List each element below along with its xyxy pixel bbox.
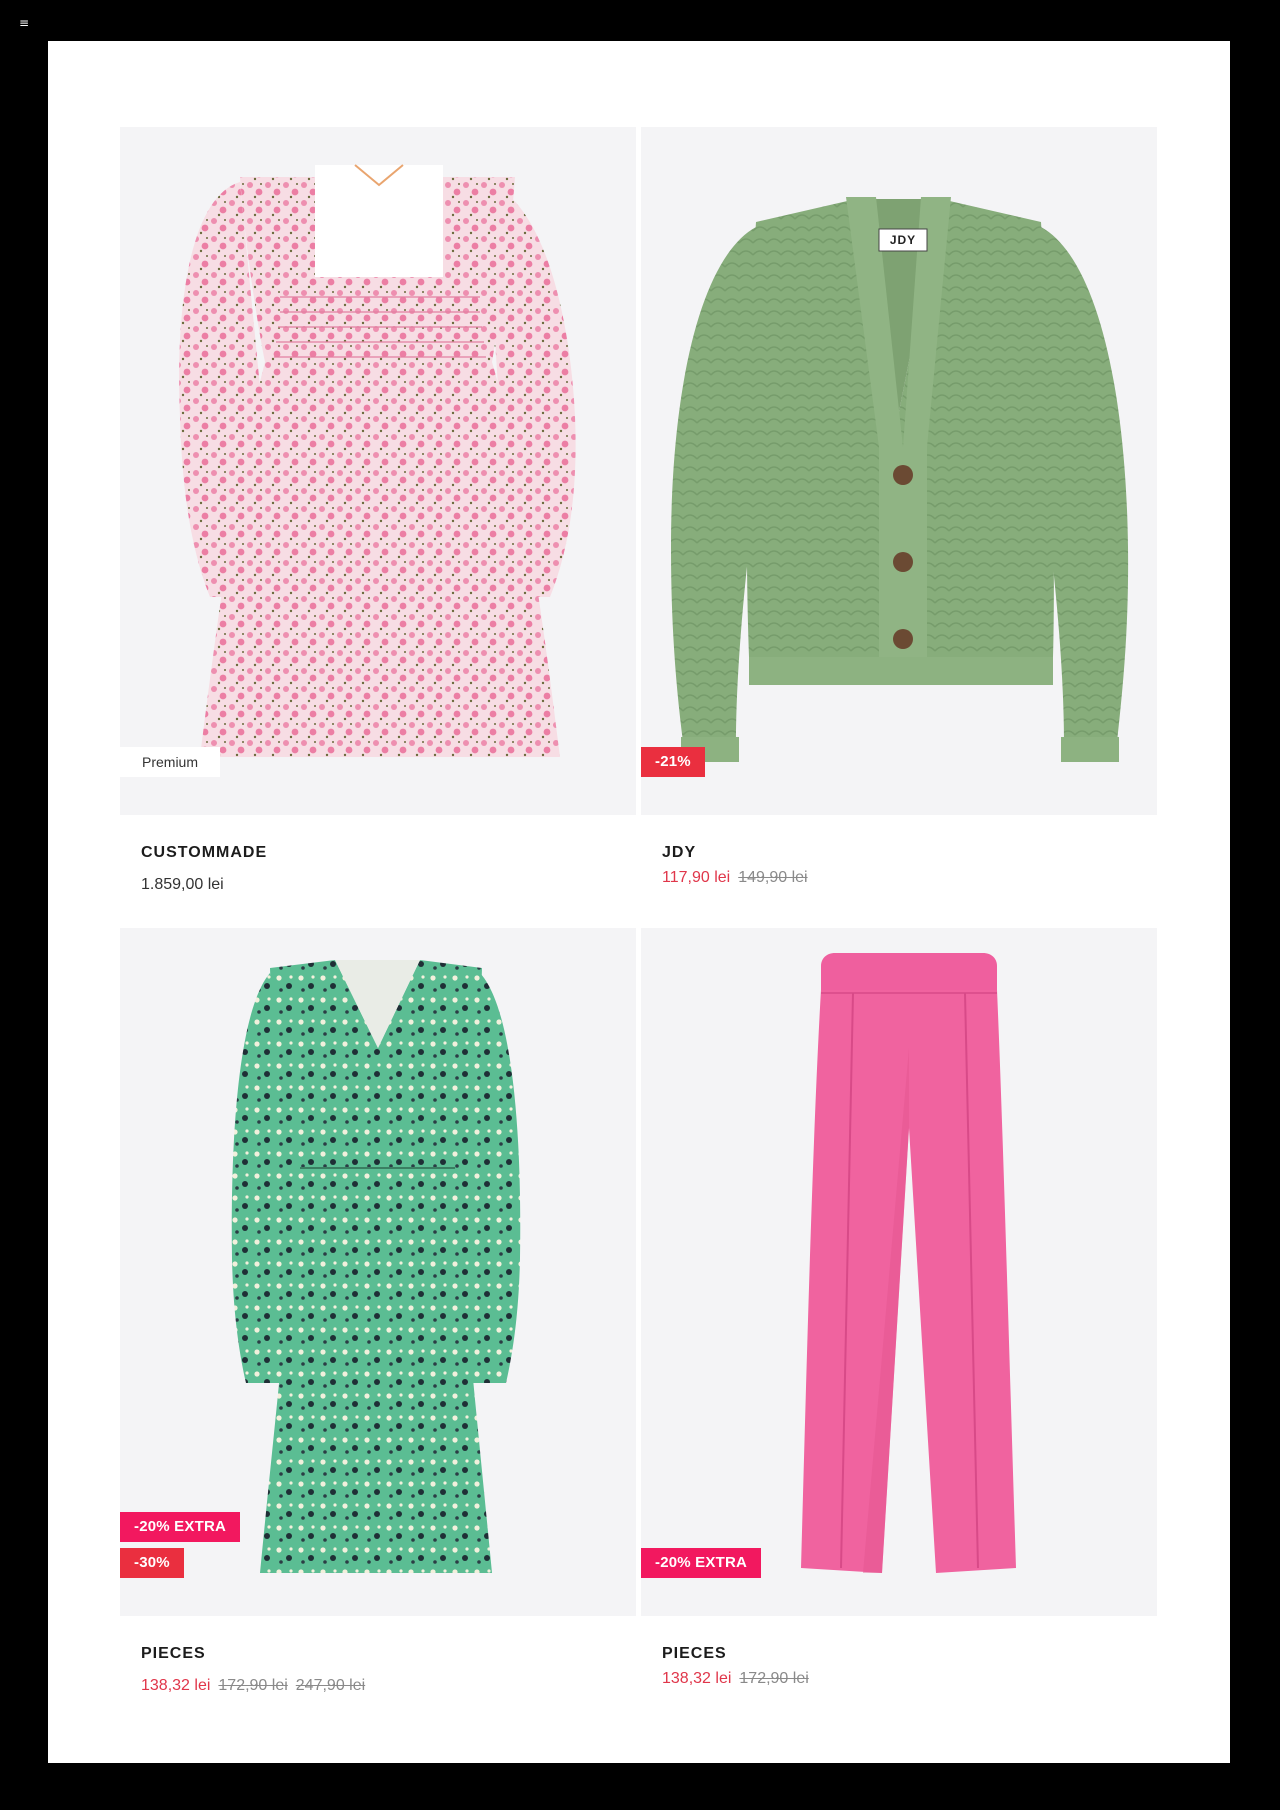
product-brand[interactable]: JDY	[662, 844, 696, 862]
discount-badge: -21%	[641, 747, 705, 777]
old-price: 172,90 lei	[218, 1677, 288, 1694]
floral-pink-dress-icon	[179, 164, 576, 757]
product-brand[interactable]: CUSTOMMADE	[141, 844, 267, 862]
price-row: 1.859,00 lei	[141, 876, 224, 894]
price: 1.859,00 lei	[141, 876, 224, 893]
menu-icon[interactable]: ≡	[19, 17, 29, 29]
sale-price: 138,32 lei	[141, 1677, 211, 1694]
sale-price: 117,90 lei	[662, 869, 731, 886]
old-price: 149,90 lei	[738, 869, 808, 886]
product-brand[interactable]: PIECES	[662, 1645, 727, 1663]
product-image-tile[interactable]: -20% EXTRA	[641, 928, 1157, 1616]
product-card-pieces-dress[interactable]: -20% EXTRA -30% PIECES 138,32 lei 172,90 …	[120, 928, 636, 1694]
product-card-pieces-trousers[interactable]: -20% EXTRA PIECES 138,32 lei 172,90 lei	[641, 928, 1157, 1687]
original-price: 247,90 lei	[295, 1677, 366, 1694]
extra-discount-badge: -20% EXTRA	[120, 1512, 241, 1542]
price-row: 138,32 lei 172,90 lei	[662, 1670, 817, 1688]
brand-label-tag: JDY	[889, 233, 917, 247]
sale-price: 138,32 lei	[662, 1670, 732, 1687]
product-image-tile[interactable]: Premium	[120, 127, 636, 815]
product-grid-page: Premium CUSTOMMADE 1.859,00 lei JDY -21%…	[48, 41, 1230, 1763]
product-card-custommade[interactable]: Premium CUSTOMMADE 1.859,00 lei	[120, 127, 636, 893]
extra-discount-badge: -20% EXTRA	[641, 1548, 762, 1578]
product-image-tile[interactable]: JDY -21%	[641, 127, 1157, 815]
product-brand[interactable]: PIECES	[141, 1645, 206, 1663]
old-price: 172,90 lei	[739, 1670, 809, 1687]
product-image-tile[interactable]: -20% EXTRA -30%	[120, 928, 636, 1616]
price-row: 117,90 lei 149,90 lei	[662, 869, 816, 887]
pink-trousers-icon	[801, 953, 1016, 1573]
discount-badge: -30%	[120, 1548, 184, 1578]
premium-badge: Premium	[120, 747, 221, 777]
product-card-jdy[interactable]: JDY -21% JDY 117,90 lei 149,90 lei	[641, 127, 1157, 886]
price-row: 138,32 lei 172,90 lei 247,90 lei	[141, 1677, 373, 1695]
